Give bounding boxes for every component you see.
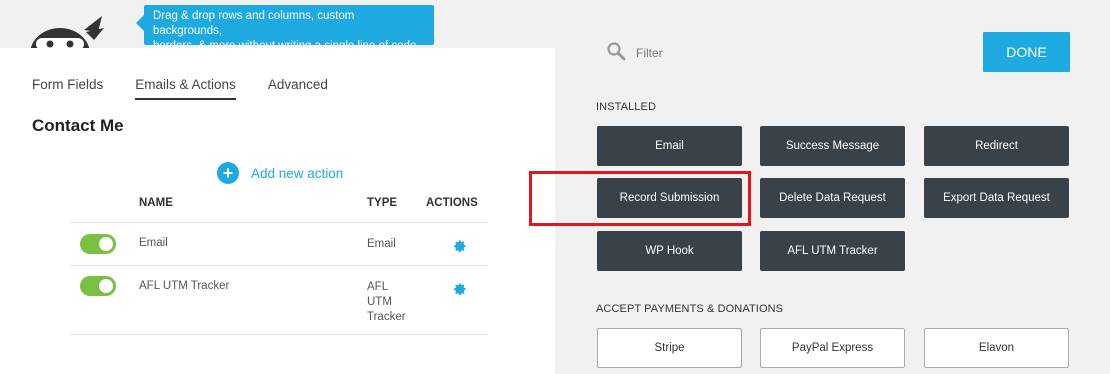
action-button-delete-data-request[interactable]: Delete Data Request [760,178,905,218]
tooltip-line-1: Drag & drop rows and columns, custom bac… [153,10,355,37]
action-button-elavon[interactable]: Elavon [924,328,1069,368]
action-type: AFL UTM Tracker [367,280,417,325]
column-header-type: TYPE [367,197,398,209]
builder-tabs: Form Fields Emails & Actions Advanced [32,77,360,100]
action-type-line: AFL [367,281,389,293]
action-button-email[interactable]: Email [597,126,742,166]
gear-icon[interactable] [453,282,467,296]
action-button-redirect[interactable]: Redirect [924,126,1069,166]
table-header: NAME TYPE ACTIONS [71,188,488,223]
action-type: Email [367,238,396,250]
actions-table: NAME TYPE ACTIONS Email Email AFL UTM Tr… [71,188,488,335]
form-title: Contact Me [32,116,124,135]
action-enable-toggle[interactable] [80,276,116,296]
action-button-success-message[interactable]: Success Message [760,126,905,166]
action-button-record-submission[interactable]: Record Submission [597,178,742,218]
table-row: AFL UTM Tracker AFL UTM Tracker [71,266,488,335]
section-payments-label: ACCEPT PAYMENTS & DONATIONS [596,303,784,315]
action-button-wp-hook[interactable]: WP Hook [597,231,742,271]
filter-input[interactable]: Filter [636,46,663,60]
form-editor-panel: Form Fields Emails & Actions Advanced Co… [0,48,555,374]
action-button-stripe[interactable]: Stripe [597,328,742,368]
tab-form-fields[interactable]: Form Fields [32,77,103,100]
action-enable-toggle[interactable] [80,234,116,254]
done-button[interactable]: DONE [983,32,1070,72]
gear-icon[interactable] [453,239,467,253]
action-name: AFL UTM Tracker [139,280,230,292]
table-row: Email Email [71,223,488,266]
tab-advanced[interactable]: Advanced [268,77,328,100]
action-type-line: Tracker [367,311,406,323]
column-header-name: NAME [139,197,173,209]
tab-emails-actions[interactable]: Emails & Actions [135,77,236,100]
action-button-paypal-express[interactable]: PayPal Express [760,328,905,368]
promo-tooltip: Drag & drop rows and columns, custom bac… [136,5,434,52]
section-installed-label: INSTALLED [596,101,656,113]
add-new-action-button[interactable]: + Add new action [217,162,343,184]
action-name: Email [139,237,168,249]
search-icon [607,42,626,61]
column-header-actions: ACTIONS [426,197,478,209]
action-button-export-data-request[interactable]: Export Data Request [924,178,1069,218]
action-button-afl-utm-tracker[interactable]: AFL UTM Tracker [760,231,905,271]
action-type-line: UTM [367,296,392,308]
plus-circle-icon: + [217,162,239,184]
add-new-action-label: Add new action [251,165,344,181]
